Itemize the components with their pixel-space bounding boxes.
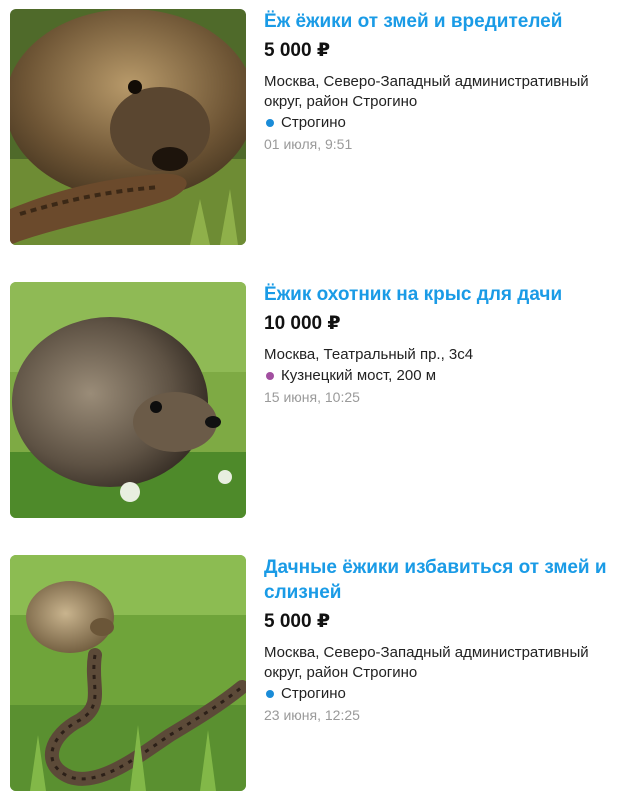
listing-address: Москва, Северо-Западный административный… bbox=[264, 644, 589, 681]
listing-title[interactable]: Дачные ёжики избавиться от змей и слизне… bbox=[264, 555, 620, 605]
listing-photo[interactable] bbox=[10, 9, 246, 245]
listing-price: 10 000 ₽ bbox=[264, 313, 341, 334]
listing-price: 5 000 ₽ bbox=[264, 611, 331, 632]
listing-date: 01 июля, 9:51 bbox=[264, 136, 353, 152]
listing-date: 15 июня, 10:25 bbox=[264, 389, 360, 405]
metro-station-label: Строгино bbox=[281, 685, 346, 702]
metro-line-dot bbox=[266, 119, 274, 127]
listing-photo[interactable] bbox=[10, 282, 246, 518]
listing-title[interactable]: Ёж ёжики от змей и вредителей bbox=[264, 9, 620, 34]
metro-line-dot bbox=[266, 690, 274, 698]
listing-address: Москва, Северо-Западный административный… bbox=[264, 73, 589, 110]
metro-line-dot bbox=[266, 372, 274, 380]
listing-photo[interactable] bbox=[10, 555, 246, 791]
metro-station-label: Кузнецкий мост, 200 м bbox=[281, 367, 437, 384]
hedgehog-snake-image bbox=[10, 9, 246, 245]
listing-title[interactable]: Ёжик охотник на крыс для дачи bbox=[264, 282, 620, 307]
metro-station: Строгино bbox=[264, 113, 620, 133]
metro-station: Строгино bbox=[264, 684, 620, 704]
listing-date: 23 июня, 12:25 bbox=[264, 707, 360, 723]
hedgehog-snake-grass-image bbox=[10, 555, 246, 791]
metro-station: Кузнецкий мост, 200 м bbox=[264, 366, 620, 386]
metro-station-label: Строгино bbox=[281, 114, 346, 131]
listing-address: Москва, Театральный пр., 3с4 bbox=[264, 346, 474, 363]
hedgehog-image bbox=[10, 282, 246, 518]
listing-price: 5 000 ₽ bbox=[264, 40, 331, 61]
